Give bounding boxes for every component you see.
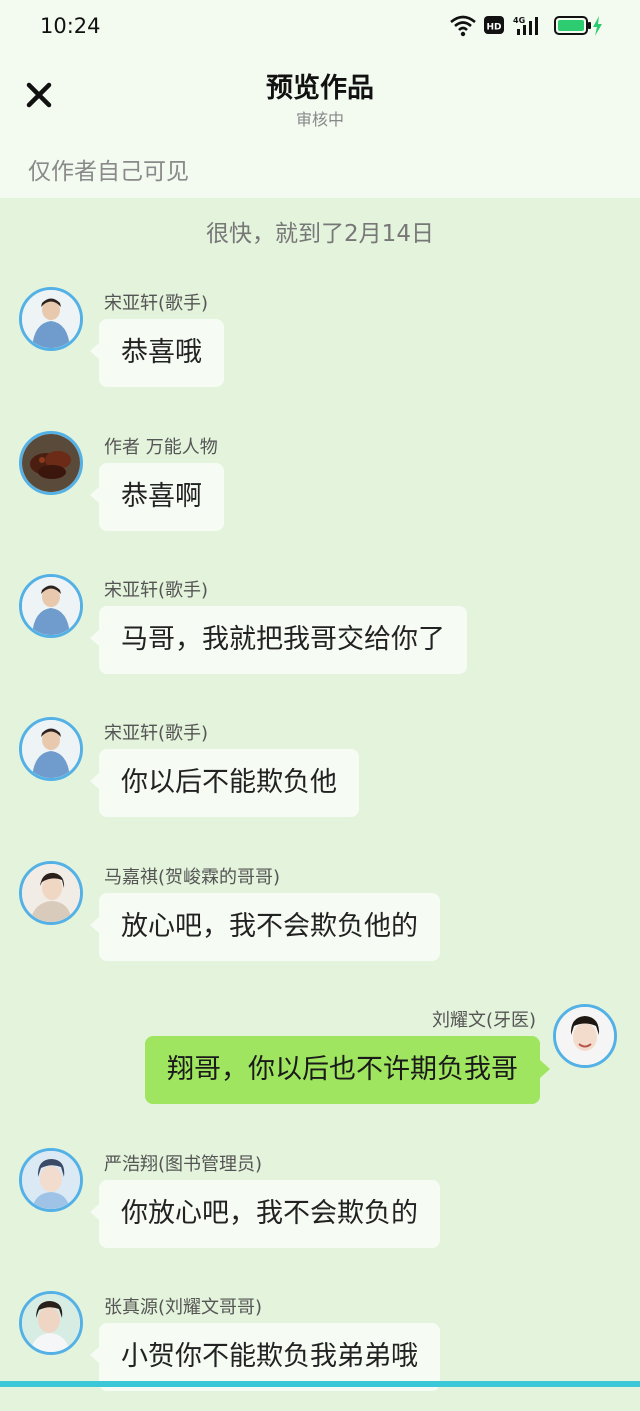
sender-name: 严浩翔(图书管理员) bbox=[104, 1154, 263, 1175]
network-label: 4G bbox=[513, 16, 525, 25]
header-area: 10:24 HD 4G 预览作品 审核中 仅作者自己可见 bbox=[0, 0, 640, 198]
chat-message: 严浩翔(图书管理员) 你放心吧，我不会欺负的 bbox=[0, 1148, 640, 1268]
4g-signal-icon: 4G bbox=[513, 16, 538, 35]
date-separator: 很快，就到了2月14日 bbox=[206, 221, 434, 247]
bottom-indicator bbox=[0, 1381, 640, 1387]
sender-name: 刘耀文(牙医) bbox=[431, 1010, 536, 1031]
message-bubble[interactable]: 恭喜哦 bbox=[90, 319, 224, 387]
avatar[interactable] bbox=[19, 717, 83, 781]
wifi-icon bbox=[450, 15, 476, 37]
chat-message: 宋亚轩(歌手) 你以后不能欺负他 bbox=[0, 717, 640, 837]
message-bubble[interactable]: 你放心吧，我不会欺负的 bbox=[90, 1180, 440, 1248]
avatar[interactable] bbox=[19, 431, 83, 495]
avatar[interactable] bbox=[19, 574, 83, 638]
avatar[interactable] bbox=[19, 861, 83, 925]
chat-message: 马嘉祺(贺峻霖的哥哥) 放心吧，我不会欺负他的 bbox=[0, 861, 640, 981]
hd-label: HD bbox=[486, 23, 501, 33]
message-bubble[interactable]: 恭喜啊 bbox=[90, 463, 224, 531]
avatar[interactable] bbox=[19, 1148, 83, 1212]
message-bubble[interactable]: 你以后不能欺负他 bbox=[90, 749, 359, 817]
page-title: 预览作品 bbox=[266, 73, 374, 104]
chat-message: 张真源(刘耀文哥哥) 小贺你不能欺负我弟弟哦 bbox=[0, 1291, 640, 1411]
chat-message: 宋亚轩(歌手) 马哥，我就把我哥交给你了 bbox=[0, 574, 640, 694]
chat-message: 宋亚轩(歌手) 恭喜哦 bbox=[0, 287, 640, 407]
sender-name: 作者 万能人物 bbox=[104, 437, 218, 458]
avatar[interactable] bbox=[553, 1004, 617, 1068]
visibility-note: 仅作者自己可见 bbox=[28, 159, 189, 185]
sender-name: 张真源(刘耀文哥哥) bbox=[104, 1297, 263, 1318]
sender-name: 宋亚轩(歌手) bbox=[104, 580, 209, 601]
chat-message: 刘耀文(牙医) 翔哥，你以后也不许期负我哥 bbox=[0, 1004, 640, 1124]
sender-name: 宋亚轩(歌手) bbox=[104, 723, 209, 744]
sender-name: 宋亚轩(歌手) bbox=[104, 293, 209, 314]
sender-name: 马嘉祺(贺峻霖的哥哥) bbox=[104, 867, 281, 888]
avatar[interactable] bbox=[19, 287, 83, 351]
status-time: 10:24 bbox=[40, 14, 101, 38]
page-subtitle: 审核中 bbox=[295, 110, 344, 129]
chat-message: 作者 万能人物 恭喜啊 bbox=[0, 431, 640, 551]
message-bubble[interactable]: 放心吧，我不会欺负他的 bbox=[90, 893, 440, 961]
battery-charging-icon bbox=[554, 16, 602, 36]
hd-icon: HD bbox=[484, 16, 504, 34]
message-bubble[interactable]: 翔哥，你以后也不许期负我哥 bbox=[145, 1036, 550, 1104]
message-bubble[interactable]: 马哥，我就把我哥交给你了 bbox=[90, 606, 467, 674]
status-bar: 10:24 HD 4G bbox=[0, 0, 640, 56]
avatar[interactable] bbox=[19, 1291, 83, 1355]
